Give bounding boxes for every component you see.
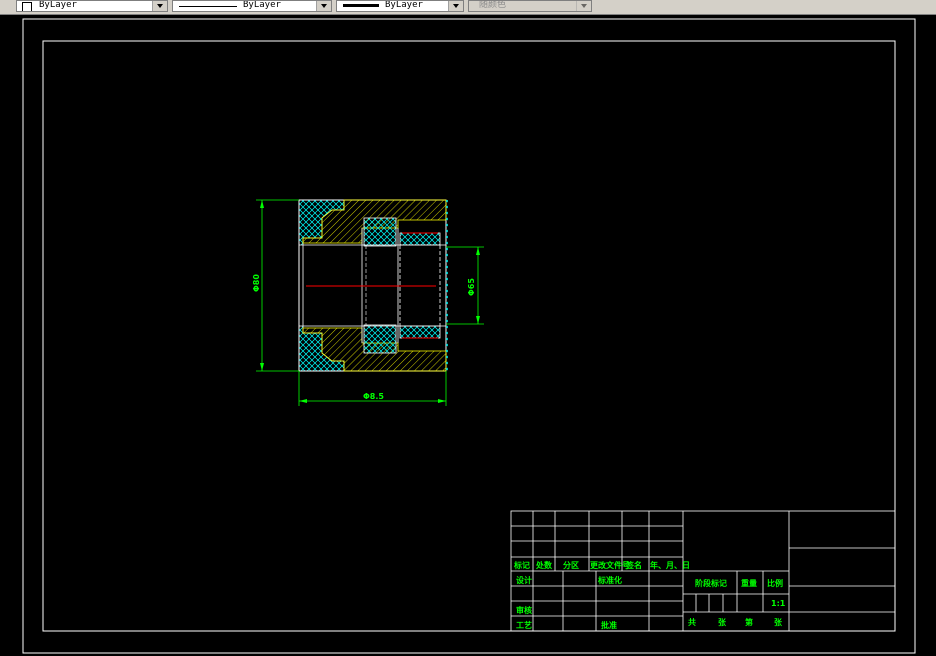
dim-height-label: Φ80 [252, 274, 261, 292]
tb-page: 第 [745, 617, 753, 627]
linetype-combo[interactable]: ByLayer [172, 0, 332, 12]
dim-bore-label: Φ65 [467, 278, 476, 296]
tb-scale-value: 1:1 [771, 599, 786, 608]
color-swatch-icon [22, 2, 32, 11]
tb-weight: 重量 [741, 578, 757, 588]
linetype-combo-value: ByLayer [243, 0, 281, 10]
properties-toolbar: ByLayer ByLayer ByLayer 随颜色 [0, 0, 936, 15]
tb-label-zone: 分区 [563, 560, 579, 570]
tb-stage-mark: 阶段标记 [695, 578, 727, 588]
tb-label-date: 年、月、日 [650, 560, 690, 570]
drawing-canvas[interactable]: Φ80 Φ65 Φ8.5 标记 处数 分区 更改文件号 签名 年、月、日 设计 … [0, 14, 936, 656]
chevron-down-icon[interactable] [152, 1, 167, 11]
part-section-view [298, 199, 448, 372]
tb-review: 审核 [516, 605, 532, 615]
tb-scale: 比例 [767, 578, 783, 588]
lineweight-combo-value: ByLayer [385, 0, 423, 10]
tb-standardize: 标准化 [597, 575, 622, 585]
dim-length-label: Φ8.5 [363, 392, 384, 401]
tb-sheet2: 张 [774, 618, 783, 627]
tb-design: 设计 [516, 575, 532, 585]
plotstyle-combo: 随颜色 [468, 0, 592, 12]
linetype-preview-icon [179, 6, 237, 7]
color-combo[interactable]: ByLayer [16, 0, 168, 12]
tb-process: 工艺 [516, 620, 532, 630]
cad-drawing: Φ80 Φ65 Φ8.5 标记 处数 分区 更改文件号 签名 年、月、日 设计 … [22, 18, 916, 654]
tb-label-docno: 更改文件号 [590, 560, 630, 570]
outer-frame [22, 18, 916, 654]
color-combo-value: ByLayer [39, 0, 77, 10]
tb-label-sign: 签名 [625, 560, 642, 570]
lineweight-combo[interactable]: ByLayer [336, 0, 464, 12]
tb-total: 共 [688, 617, 696, 627]
lineweight-preview-icon [343, 4, 379, 7]
tb-label-count: 处数 [535, 560, 553, 570]
chevron-down-icon[interactable] [316, 1, 331, 11]
chevron-down-icon [576, 1, 591, 11]
tb-approve: 批准 [601, 620, 617, 630]
inner-frame [42, 40, 896, 632]
title-block [510, 510, 896, 632]
tb-sheet: 张 [718, 618, 727, 627]
tb-label-mark: 标记 [513, 560, 530, 570]
chevron-down-icon[interactable] [448, 1, 463, 11]
plotstyle-combo-value: 随颜色 [479, 0, 507, 10]
